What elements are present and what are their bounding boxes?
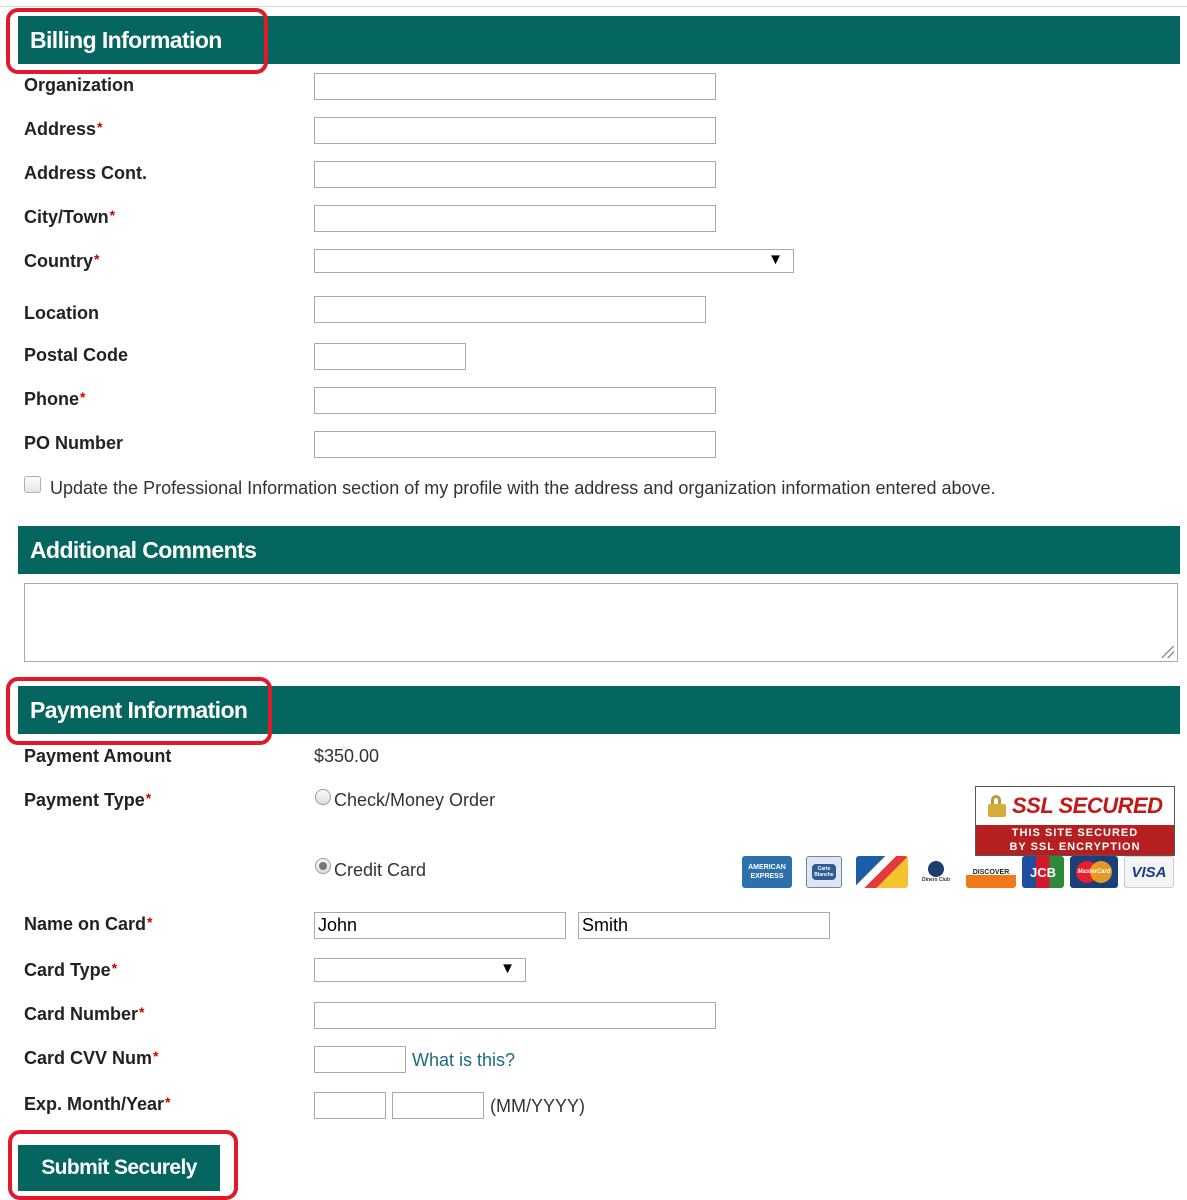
payment-amount-label: Payment Amount [24, 746, 172, 766]
cvv-input[interactable] [314, 1046, 406, 1073]
first-name-input[interactable] [314, 912, 566, 939]
address-cont-label: Address Cont. [24, 163, 148, 183]
top-divider [0, 6, 1187, 7]
billing-title: Billing Information [30, 27, 222, 53]
last-name-input[interactable] [578, 912, 830, 939]
exp-year-input[interactable] [392, 1092, 484, 1119]
phone-input[interactable] [314, 387, 716, 414]
postal-input[interactable] [314, 343, 466, 370]
address-label: Address* [24, 119, 103, 139]
diners-club-card-icon: Diners Club [914, 856, 958, 888]
mastercard-card-icon: MasterCard [1070, 856, 1118, 888]
jcb-card-icon: JCB [1022, 856, 1064, 888]
update-profile-label: Update the Professional Information sect… [50, 478, 996, 498]
card-type-select[interactable]: ▼ [314, 958, 526, 982]
exp-format-hint: (MM/YYYY) [490, 1096, 586, 1116]
country-select[interactable]: ▼ [314, 249, 794, 273]
payment-title: Payment Information [30, 697, 248, 723]
update-profile-checkbox[interactable] [24, 476, 41, 493]
location-input[interactable] [314, 296, 706, 323]
radio-check-money-order[interactable] [315, 789, 331, 805]
organization-label: Organization [24, 75, 135, 95]
comments-textarea[interactable] [24, 583, 1178, 662]
card-number-input[interactable] [314, 1002, 716, 1029]
city-label: City/Town* [24, 207, 116, 227]
city-input[interactable] [314, 205, 716, 232]
payment-type-label: Payment Type* [24, 790, 152, 810]
ssl-badge-title: SSL SECURED [1012, 793, 1163, 818]
payment-amount-value: $350.00 [314, 746, 380, 766]
postal-label: Postal Code [24, 345, 129, 365]
comments-title: Additional Comments [30, 537, 257, 563]
ssl-badge-line1: THIS SITE SECURED [1011, 827, 1139, 839]
lock-icon [988, 795, 1006, 817]
country-label: Country* [24, 251, 100, 271]
cvv-label: Card CVV Num* [24, 1048, 159, 1068]
po-input[interactable] [314, 431, 716, 458]
cvv-help-link[interactable]: What is this? [412, 1050, 515, 1071]
check-money-order-label: Check/Money Order [334, 790, 496, 810]
delta-card-icon [856, 856, 908, 888]
carte-blanche-card-icon: Carte Blanche [806, 856, 842, 888]
payment-header: Payment Information [18, 686, 1180, 734]
exp-label: Exp. Month/Year* [24, 1094, 171, 1114]
name-on-card-label: Name on Card* [24, 914, 153, 934]
ssl-badge-line2: BY SSL ENCRYPTION [1009, 841, 1141, 853]
billing-header: Billing Information [18, 16, 1180, 64]
address-cont-input[interactable] [314, 161, 716, 188]
card-number-label: Card Number* [24, 1004, 145, 1024]
radio-credit-card[interactable] [315, 858, 331, 874]
comments-header: Additional Comments [18, 526, 1180, 574]
organization-input[interactable] [314, 73, 716, 100]
ssl-secured-badge: SSL SECURED THIS SITE SECURED BY SSL ENC… [975, 786, 1175, 856]
discover-card-icon: DISCOVER [966, 856, 1016, 888]
submit-securely-button[interactable]: Submit Securely [18, 1145, 220, 1191]
card-type-label: Card Type* [24, 960, 118, 980]
chevron-down-icon: ▼ [500, 960, 515, 977]
location-label: Location [24, 303, 99, 323]
resize-grip-icon[interactable] [1162, 646, 1174, 658]
po-label: PO Number [24, 433, 124, 453]
exp-month-input[interactable] [314, 1092, 386, 1119]
address-input[interactable] [314, 117, 716, 144]
amex-card-icon: AMERICAN EXPRESS [742, 856, 792, 888]
chevron-down-icon: ▼ [768, 251, 783, 268]
visa-card-icon: VISA [1124, 856, 1174, 888]
phone-label: Phone* [24, 389, 86, 409]
credit-card-label: Credit Card [334, 860, 427, 880]
